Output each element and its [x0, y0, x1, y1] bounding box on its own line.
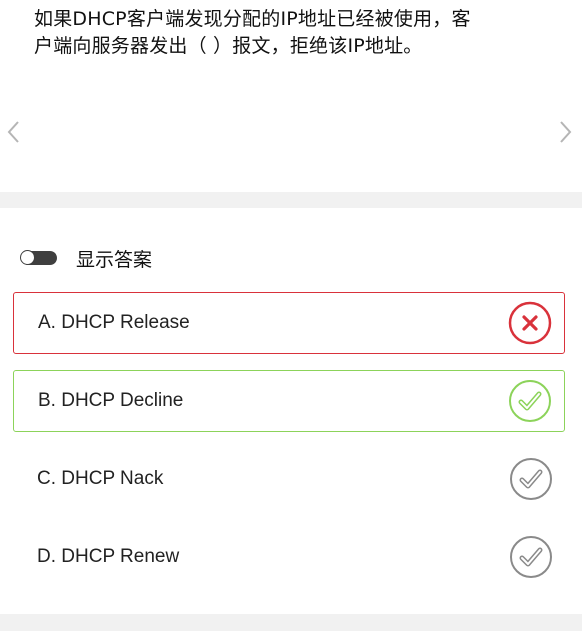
chevron-left-icon: [7, 121, 19, 143]
answer-card: 显示答案 A. DHCP Release B. DHCP Decline C. …: [0, 208, 582, 614]
question-line-2: 户端向服务器发出（ ）报文，拒绝该IP地址。: [34, 35, 423, 57]
prev-question-button[interactable]: [4, 117, 24, 147]
next-question-button[interactable]: [555, 117, 575, 147]
option-a[interactable]: A. DHCP Release: [13, 292, 565, 354]
option-d-text: D. DHCP Renew: [37, 546, 180, 567]
check-circle-icon: [509, 535, 553, 579]
show-answer-toggle[interactable]: [20, 250, 57, 265]
check-circle-icon: [508, 379, 552, 423]
question-text: 如果DHCP客户端发现分配的IP地址已经被使用，客 户端向服务器发出（ ）报文，…: [34, 6, 554, 60]
x-circle-icon: [508, 301, 552, 345]
check-circle-icon: [509, 457, 553, 501]
show-answer-toggle-row[interactable]: 显示答案: [20, 245, 153, 271]
question-card: 如果DHCP客户端发现分配的IP地址已经被使用，客 户端向服务器发出（ ）报文，…: [0, 0, 582, 192]
option-b[interactable]: B. DHCP Decline: [13, 370, 565, 432]
option-a-text: A. DHCP Release: [38, 312, 190, 333]
option-c[interactable]: C. DHCP Nack: [13, 448, 565, 510]
option-b-text: B. DHCP Decline: [38, 390, 184, 411]
question-line-1: 如果DHCP客户端发现分配的IP地址已经被使用，客: [34, 8, 471, 30]
toggle-knob: [20, 250, 35, 265]
option-c-text: C. DHCP Nack: [37, 468, 164, 489]
option-d[interactable]: D. DHCP Renew: [13, 526, 565, 588]
chevron-right-icon: [560, 121, 572, 143]
show-answer-label: 显示答案: [76, 248, 153, 271]
